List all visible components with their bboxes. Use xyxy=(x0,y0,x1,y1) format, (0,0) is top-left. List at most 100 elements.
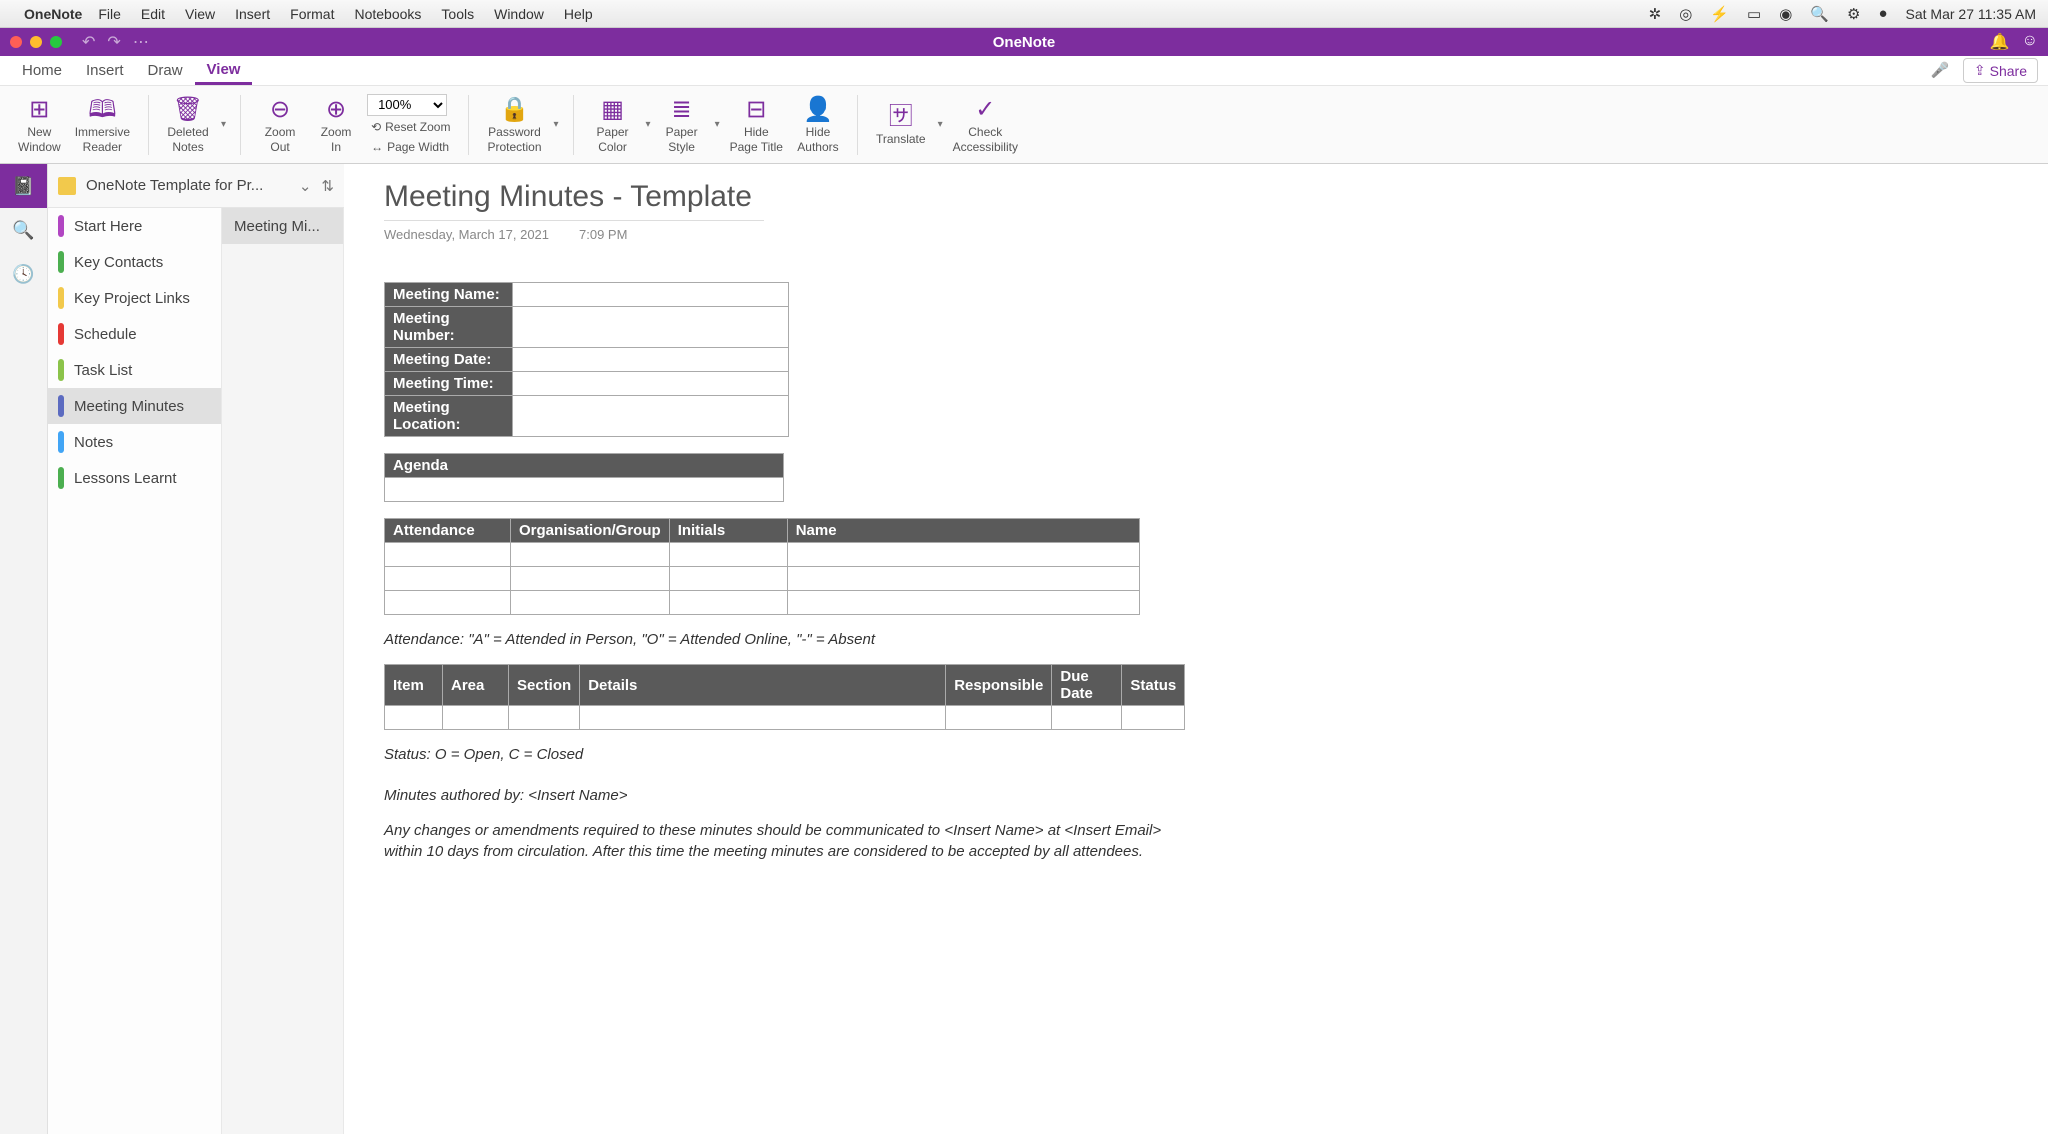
immersive-reader-button[interactable]: 🕮 Immersive Reader xyxy=(71,93,134,156)
items-header[interactable]: Due Date xyxy=(1052,665,1122,706)
meeting-info-table[interactable]: Meeting Name: Meeting Number: Meeting Da… xyxy=(384,282,789,437)
reset-zoom-button[interactable]: ⟲ Reset Zoom xyxy=(367,118,454,136)
menu-window[interactable]: Window xyxy=(494,6,544,22)
cell[interactable] xyxy=(669,591,787,615)
cell-value[interactable] xyxy=(513,372,789,396)
zoom-out-button[interactable]: ⊖ Zoom Out xyxy=(255,93,305,156)
cell-meeting-location[interactable]: Meeting Location: xyxy=(385,396,513,437)
attendance-table[interactable]: Attendance Organisation/Group Initials N… xyxy=(384,518,1140,615)
att-header[interactable]: Name xyxy=(787,519,1139,543)
authored-by[interactable]: Minutes authored by: <Insert Name> xyxy=(384,787,1194,804)
att-header[interactable]: Organisation/Group xyxy=(511,519,670,543)
recent-button[interactable]: 🕓 xyxy=(0,252,47,296)
agenda-table[interactable]: Agenda xyxy=(384,453,784,502)
accessibility-button[interactable]: ✓ Check Accessibility xyxy=(949,93,1022,156)
cell[interactable] xyxy=(509,706,580,730)
cell[interactable] xyxy=(787,543,1139,567)
paper-color-button[interactable]: ▦ Paper Color xyxy=(588,93,638,156)
items-table[interactable]: Item Area Section Details Responsible Du… xyxy=(384,664,1185,730)
siri-icon[interactable]: ● xyxy=(1878,5,1887,22)
page-content[interactable]: Meeting Minutes - Template Wednesday, Ma… xyxy=(344,164,1234,1134)
wifi-icon[interactable]: ◉ xyxy=(1779,5,1792,23)
deleted-notes-button[interactable]: 🗑 Deleted Notes xyxy=(163,93,213,156)
more-icon[interactable]: ⋯ xyxy=(133,32,149,52)
page-meeting-minutes[interactable]: Meeting Mi... xyxy=(222,208,343,244)
menu-insert[interactable]: Insert xyxy=(235,6,270,22)
bell-icon[interactable]: 🔔 xyxy=(1990,32,2010,52)
notebook-header[interactable]: OneNote Template for Pr... ⌄ ⇅ xyxy=(48,164,344,208)
cell[interactable] xyxy=(580,706,946,730)
cell[interactable] xyxy=(385,543,511,567)
section-start-here[interactable]: Start Here xyxy=(48,208,221,244)
close-button[interactable] xyxy=(10,36,22,48)
cell[interactable] xyxy=(511,591,670,615)
cell-meeting-date[interactable]: Meeting Date: xyxy=(385,348,513,372)
datetime[interactable]: Sat Mar 27 11:35 AM xyxy=(1906,6,2036,22)
hide-authors-button[interactable]: 👤 Hide Authors xyxy=(793,93,843,156)
deleted-dropdown[interactable]: ▾ xyxy=(221,119,226,130)
zoom-in-button[interactable]: ⊕ Zoom In xyxy=(311,93,361,156)
cell[interactable] xyxy=(385,567,511,591)
section-key-contacts[interactable]: Key Contacts xyxy=(48,244,221,280)
password-dropdown[interactable]: ▾ xyxy=(554,119,559,130)
page-date[interactable]: Wednesday, March 17, 2021 xyxy=(384,227,549,242)
new-window-button[interactable]: ⊞ New Window xyxy=(14,93,65,156)
page-title[interactable]: Meeting Minutes - Template xyxy=(384,180,764,221)
menu-format[interactable]: Format xyxy=(290,6,334,22)
cell[interactable] xyxy=(511,567,670,591)
app-name[interactable]: OneNote xyxy=(24,6,82,22)
paper-style-dropdown[interactable]: ▾ xyxy=(715,119,720,130)
menu-file[interactable]: File xyxy=(98,6,121,22)
menu-view[interactable]: View xyxy=(185,6,215,22)
items-header[interactable]: Item xyxy=(385,665,443,706)
tab-home[interactable]: Home xyxy=(10,58,74,83)
items-header[interactable]: Status xyxy=(1122,665,1185,706)
cell-meeting-number[interactable]: Meeting Number: xyxy=(385,307,513,348)
cell-meeting-time[interactable]: Meeting Time: xyxy=(385,372,513,396)
page-width-button[interactable]: ↔ Page Width xyxy=(367,138,454,156)
agenda-cell[interactable] xyxy=(385,478,784,502)
items-header[interactable]: Area xyxy=(443,665,509,706)
cell-value[interactable] xyxy=(513,396,789,437)
tab-draw[interactable]: Draw xyxy=(136,58,195,83)
cell[interactable] xyxy=(669,543,787,567)
sort-icon[interactable]: ⇅ xyxy=(321,177,334,195)
translate-dropdown[interactable]: ▾ xyxy=(938,119,943,130)
search-button[interactable]: 🔍 xyxy=(0,208,47,252)
cell[interactable] xyxy=(511,543,670,567)
cell[interactable] xyxy=(1052,706,1122,730)
cell[interactable] xyxy=(1122,706,1185,730)
agenda-header[interactable]: Agenda xyxy=(385,454,784,478)
cell-value[interactable] xyxy=(513,348,789,372)
search-icon[interactable]: 🔍 xyxy=(1810,5,1829,23)
notebooks-icon[interactable]: 📓 xyxy=(0,164,47,208)
cell[interactable] xyxy=(787,591,1139,615)
dictate-icon[interactable]: 🎤 xyxy=(1931,61,1951,81)
items-header[interactable]: Details xyxy=(580,665,946,706)
zoom-select[interactable]: 100% xyxy=(367,94,447,116)
menu-edit[interactable]: Edit xyxy=(141,6,165,22)
battery-icon[interactable]: ▭ xyxy=(1747,5,1761,23)
paper-style-button[interactable]: ≣ Paper Style xyxy=(657,93,707,156)
section-lessons-learnt[interactable]: Lessons Learnt xyxy=(48,460,221,496)
section-notes[interactable]: Notes xyxy=(48,424,221,460)
cell[interactable] xyxy=(385,706,443,730)
page-time[interactable]: 7:09 PM xyxy=(579,227,627,242)
att-header[interactable]: Attendance xyxy=(385,519,511,543)
bluetooth-icon[interactable]: ⚡ xyxy=(1710,5,1729,23)
menu-help[interactable]: Help xyxy=(564,6,593,22)
section-key-project-links[interactable]: Key Project Links xyxy=(48,280,221,316)
items-header[interactable]: Responsible xyxy=(946,665,1052,706)
cell-value[interactable] xyxy=(513,283,789,307)
cell-value[interactable] xyxy=(513,307,789,348)
password-button[interactable]: 🔒 Password Protection xyxy=(483,93,545,156)
items-header[interactable]: Section xyxy=(509,665,580,706)
cell[interactable] xyxy=(385,591,511,615)
smiley-icon[interactable]: ☺ xyxy=(2022,32,2038,52)
translate-button[interactable]: 🈂 Translate xyxy=(872,100,930,148)
undo-icon[interactable]: ↶ xyxy=(82,32,95,52)
tab-insert[interactable]: Insert xyxy=(74,58,136,83)
cell[interactable] xyxy=(443,706,509,730)
cell-meeting-name[interactable]: Meeting Name: xyxy=(385,283,513,307)
maximize-button[interactable] xyxy=(50,36,62,48)
